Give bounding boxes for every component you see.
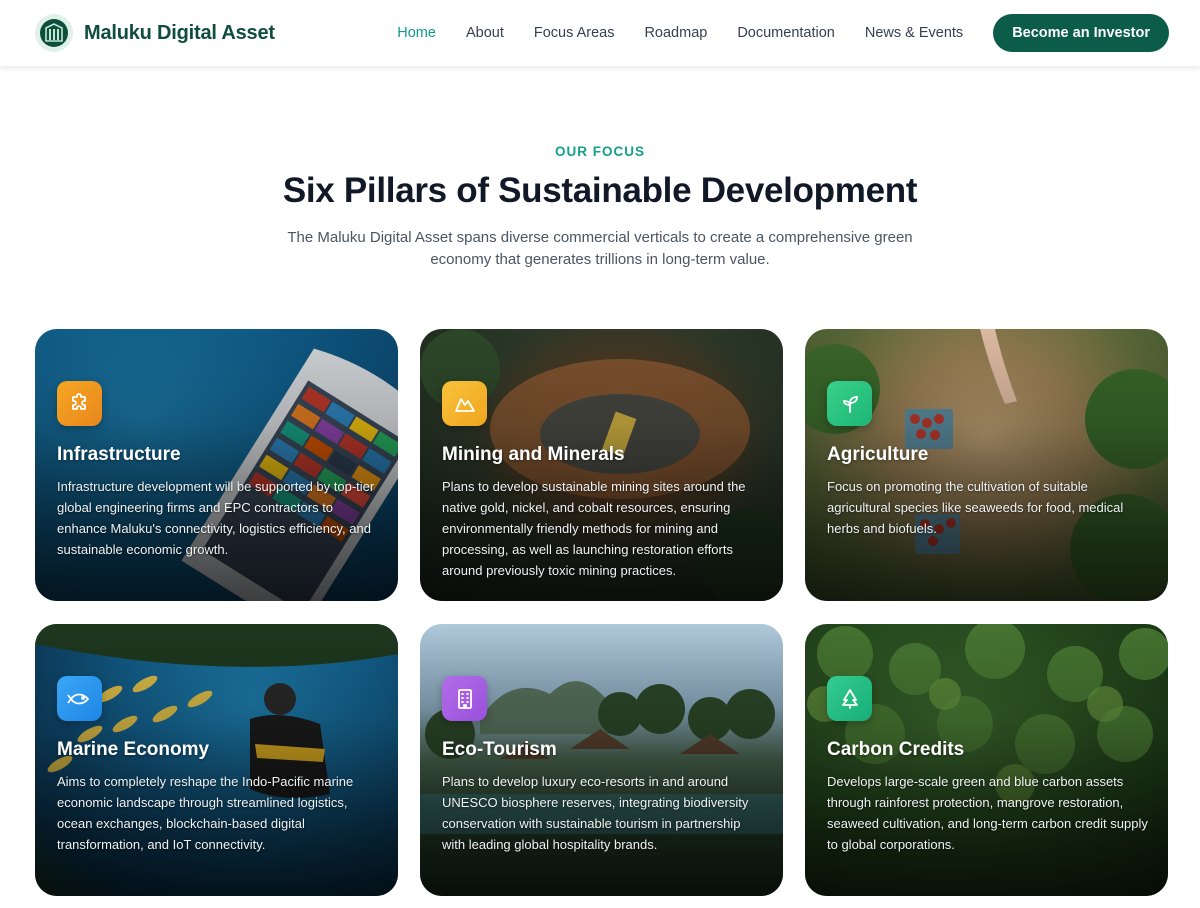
section-eyebrow: OUR FOCUS	[555, 144, 645, 159]
card-carbon-credits[interactable]: Carbon Credits Develops large-scale gree…	[805, 624, 1168, 896]
fish-icon	[57, 676, 102, 721]
card-mining-minerals[interactable]: Mining and Minerals Plans to develop sus…	[420, 329, 783, 601]
card-title: Agriculture	[827, 444, 929, 465]
card-description: Develops large-scale green and blue carb…	[827, 774, 1148, 852]
card-eco-tourism[interactable]: Eco-Tourism Plans to develop luxury eco-…	[420, 624, 783, 896]
card-description: Focus on promoting the cultivation of su…	[827, 479, 1124, 536]
nav-news-events[interactable]: News & Events	[865, 25, 963, 41]
card-agriculture[interactable]: Agriculture Focus on promoting the culti…	[805, 329, 1168, 601]
card-title: Mining and Minerals	[442, 444, 625, 465]
card-title: Carbon Credits	[827, 739, 965, 760]
card-description: Infrastructure development will be suppo…	[57, 479, 375, 557]
card-marine-economy[interactable]: Marine Economy Aims to completely reshap…	[35, 624, 398, 896]
nav-documentation[interactable]: Documentation	[737, 25, 835, 41]
site-header: Maluku Digital Asset Home About Focus Ar…	[0, 0, 1200, 66]
logo-icon	[35, 14, 73, 52]
tree-icon	[827, 676, 872, 721]
nav-roadmap[interactable]: Roadmap	[644, 25, 707, 41]
sprout-icon	[827, 381, 872, 426]
card-description: Plans to develop luxury eco-resorts in a…	[442, 774, 749, 852]
nav-about[interactable]: About	[466, 25, 504, 41]
hotel-icon	[442, 676, 487, 721]
mountain-icon	[442, 381, 487, 426]
logo-text: Maluku Digital Asset	[84, 21, 275, 44]
nav-focus-areas[interactable]: Focus Areas	[534, 25, 615, 41]
puzzle-icon	[57, 381, 102, 426]
nav-home[interactable]: Home	[397, 25, 436, 41]
main-nav: Home About Focus Areas Roadmap Documenta…	[397, 14, 1169, 52]
card-title: Marine Economy	[57, 739, 210, 760]
card-title: Infrastructure	[57, 444, 181, 465]
card-description: Plans to develop sustainable mining site…	[442, 479, 746, 578]
logo[interactable]: Maluku Digital Asset	[35, 14, 275, 52]
card-description: Aims to completely reshape the Indo-Paci…	[57, 774, 354, 852]
card-infrastructure[interactable]: Infrastructure Infrastructure developmen…	[35, 329, 398, 601]
become-investor-button[interactable]: Become an Investor	[993, 14, 1169, 52]
card-title: Eco-Tourism	[442, 739, 557, 760]
section-title: Six Pillars of Sustainable Development	[282, 171, 918, 210]
section-subtitle: The Maluku Digital Asset spans diverse c…	[287, 229, 913, 268]
